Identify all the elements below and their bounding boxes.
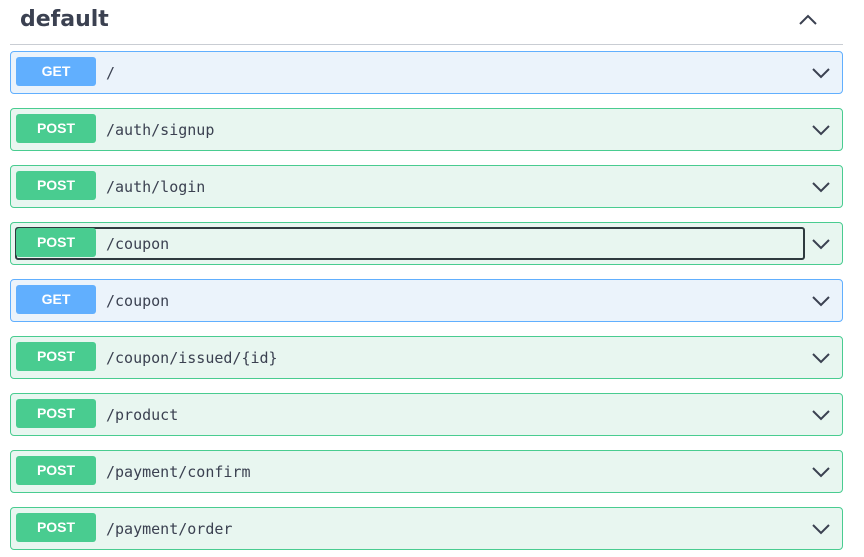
chevron-down-icon[interactable] <box>811 63 831 83</box>
chevron-down-icon[interactable] <box>811 405 831 425</box>
chevron-down-icon[interactable] <box>811 348 831 368</box>
method-badge: POST <box>16 513 96 542</box>
operation-path: /coupon <box>106 235 170 253</box>
method-badge: GET <box>16 285 96 314</box>
method-badge: POST <box>16 342 96 371</box>
chevron-down-icon[interactable] <box>811 462 831 482</box>
chevron-down-icon[interactable] <box>811 234 831 254</box>
method-badge: POST <box>16 171 96 200</box>
operation-path: /payment/order <box>106 520 233 538</box>
operation-post-payment-confirm[interactable]: POST /payment/confirm <box>10 450 843 493</box>
operation-post-payment-order[interactable]: POST /payment/order <box>10 507 843 550</box>
chevron-down-icon[interactable] <box>811 120 831 140</box>
operation-post-auth-login[interactable]: POST /auth/login <box>10 165 843 208</box>
section-header-default[interactable]: default <box>10 0 843 45</box>
chevron-down-icon[interactable] <box>811 177 831 197</box>
method-badge: GET <box>16 57 96 86</box>
operation-post-coupon[interactable]: POST /coupon <box>10 222 843 265</box>
operation-post-auth-signup[interactable]: POST /auth/signup <box>10 108 843 151</box>
operation-post-coupon-issued[interactable]: POST /coupon/issued/{id} <box>10 336 843 379</box>
method-badge: POST <box>16 228 96 257</box>
chevron-down-icon[interactable] <box>811 519 831 539</box>
method-badge: POST <box>16 456 96 485</box>
operation-path: /coupon/issued/{id} <box>106 349 278 367</box>
operation-get-root[interactable]: GET / <box>10 51 843 94</box>
operation-get-coupon[interactable]: GET /coupon <box>10 279 843 322</box>
operation-path: /auth/signup <box>106 121 215 139</box>
chevron-down-icon[interactable] <box>811 291 831 311</box>
section-title: default <box>20 7 109 32</box>
method-badge: POST <box>16 114 96 143</box>
operation-path: /coupon <box>106 292 170 310</box>
chevron-up-icon[interactable] <box>798 10 818 30</box>
operation-path: /auth/login <box>106 178 206 196</box>
method-badge: POST <box>16 399 96 428</box>
operation-path: / <box>106 64 116 82</box>
operation-path: /product <box>106 406 179 424</box>
operation-path: /payment/confirm <box>106 463 251 481</box>
operation-post-product[interactable]: POST /product <box>10 393 843 436</box>
